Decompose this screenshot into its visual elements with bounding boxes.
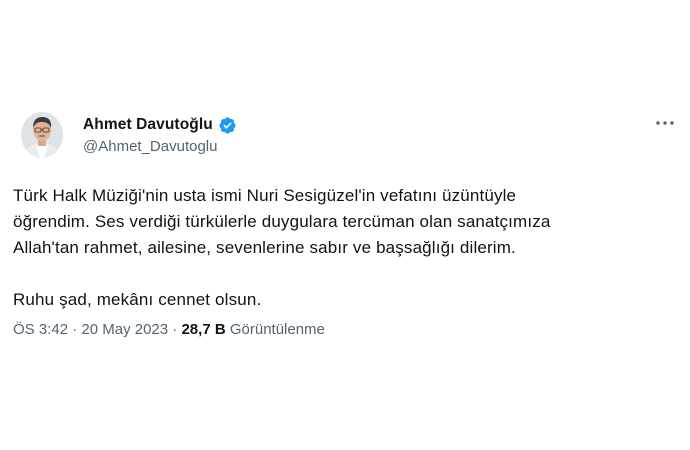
separator-dot: · xyxy=(68,321,82,338)
separator-dot: · xyxy=(168,321,182,338)
tweet-time[interactable]: ÖS 3:42 xyxy=(13,321,68,338)
tweet-metadata: ÖS 3:42 · 20 May 2023 · 28,7 B Görüntüle… xyxy=(13,321,325,338)
author-display-name[interactable]: Ahmet Davutoğlu xyxy=(83,116,213,134)
tweet-text-line: Türk Halk Müziği'nin usta ismi Nuri Sesi… xyxy=(13,186,517,205)
tweet-text-line: Ruhu şad, mekânı cennet olsun. xyxy=(13,290,262,309)
person-portrait-icon xyxy=(21,112,63,158)
author-name-row: Ahmet Davutoğlu xyxy=(83,115,237,135)
verified-badge-icon[interactable] xyxy=(218,116,237,135)
tweet-text: Türk Halk Müziği'nin usta ismi Nuri Sesi… xyxy=(13,183,663,313)
tweet-text-line: öğrendim. Ses verdiği türkülerle duygula… xyxy=(13,212,551,231)
tweet-text-line: Allah'tan rahmet, ailesine, sevenlerine … xyxy=(13,238,516,257)
views-label: Görüntülenme xyxy=(229,321,325,338)
tweet-date[interactable]: 20 May 2023 xyxy=(81,321,168,338)
avatar[interactable] xyxy=(21,112,63,158)
author-handle[interactable]: @Ahmet_Davutoglu xyxy=(83,138,217,155)
more-horizontal-icon[interactable] xyxy=(655,116,675,130)
views-count: 28,7 B xyxy=(181,321,226,338)
tweet-card: Ahmet Davutoğlu @Ahmet_Davutoglu Türk Ha… xyxy=(0,0,690,450)
